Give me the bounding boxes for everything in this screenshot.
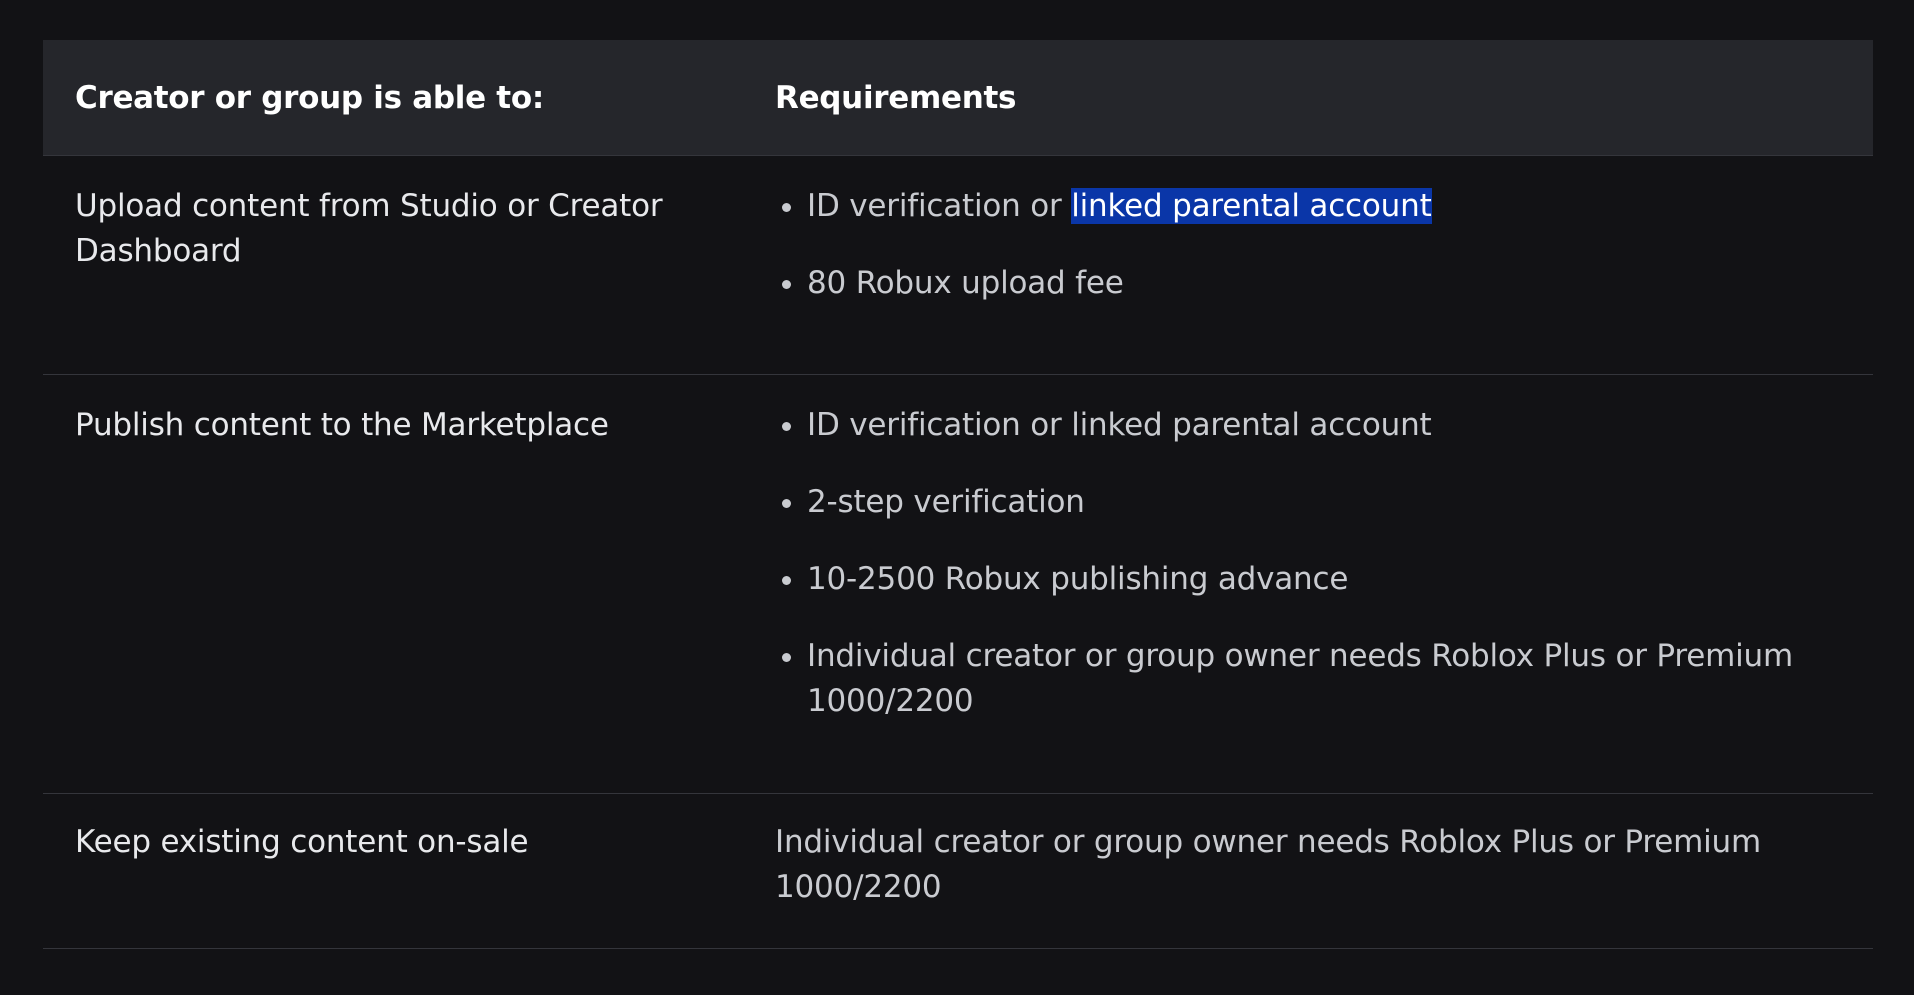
linked-parental-account-link[interactable]: linked parental account — [1071, 188, 1432, 224]
ability-cell: Publish content to the Marketplace — [75, 407, 609, 443]
list-item: ID verification or linked parental accou… — [775, 184, 1813, 229]
requirements-cell: ID verification or linked parental accou… — [775, 403, 1873, 793]
requirements-list: ID verification or linked parental accou… — [775, 184, 1813, 306]
list-item: 80 Robux upload fee — [775, 261, 1813, 306]
requirement-text: ID verification or — [807, 188, 1072, 224]
list-item: Individual creator or group owner needs … — [775, 634, 1813, 724]
requirements-table: Creator or group is able to: Requirement… — [43, 40, 1873, 949]
requirements-list: ID verification or linked parental accou… — [775, 403, 1813, 724]
requirements-cell: ID verification or linked parental accou… — [775, 184, 1873, 374]
ability-cell: Upload content from Studio or Creator Da… — [75, 188, 663, 269]
requirements-cell: Individual creator or group owner needs … — [775, 824, 1761, 905]
list-item: 2-step verification — [775, 480, 1813, 525]
table-row: Keep existing content on-sale Individual… — [43, 794, 1873, 949]
ability-cell: Keep existing content on-sale — [75, 824, 529, 860]
table-header: Creator or group is able to: Requirement… — [43, 40, 1873, 156]
header-requirements: Requirements — [775, 79, 1017, 116]
header-ability: Creator or group is able to: — [75, 79, 544, 116]
table-row: Publish content to the Marketplace ID ve… — [43, 375, 1873, 794]
list-item: ID verification or linked parental accou… — [775, 403, 1813, 448]
table-row: Upload content from Studio or Creator Da… — [43, 156, 1873, 375]
list-item: 10-2500 Robux publishing advance — [775, 557, 1813, 602]
